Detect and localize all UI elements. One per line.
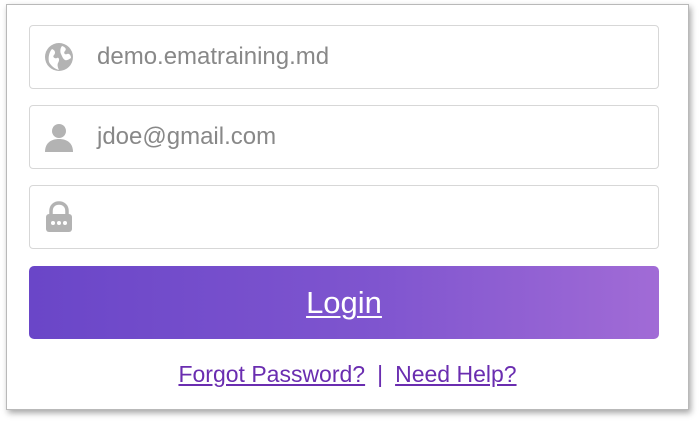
login-button[interactable]: Login [29, 266, 659, 339]
username-field[interactable]: jdoe@gmail.com [29, 105, 659, 169]
email-input[interactable]: jdoe@gmail.com [97, 123, 276, 151]
domain-field[interactable]: demo.ematraining.md [29, 25, 659, 89]
globe-icon [42, 40, 76, 74]
forgot-password-link[interactable]: Forgot Password? [178, 361, 365, 387]
password-field[interactable] [29, 185, 659, 249]
link-separator: | [377, 361, 384, 387]
need-help-link[interactable]: Need Help? [395, 361, 516, 387]
login-button-label: Login [306, 284, 382, 320]
footer-links: Forgot Password? | Need Help? [7, 361, 688, 388]
user-icon [42, 120, 76, 154]
login-card: demo.ematraining.md jdoe@gmail.com Login… [6, 4, 689, 410]
lock-icon [42, 200, 76, 234]
domain-input[interactable]: demo.ematraining.md [97, 43, 329, 71]
